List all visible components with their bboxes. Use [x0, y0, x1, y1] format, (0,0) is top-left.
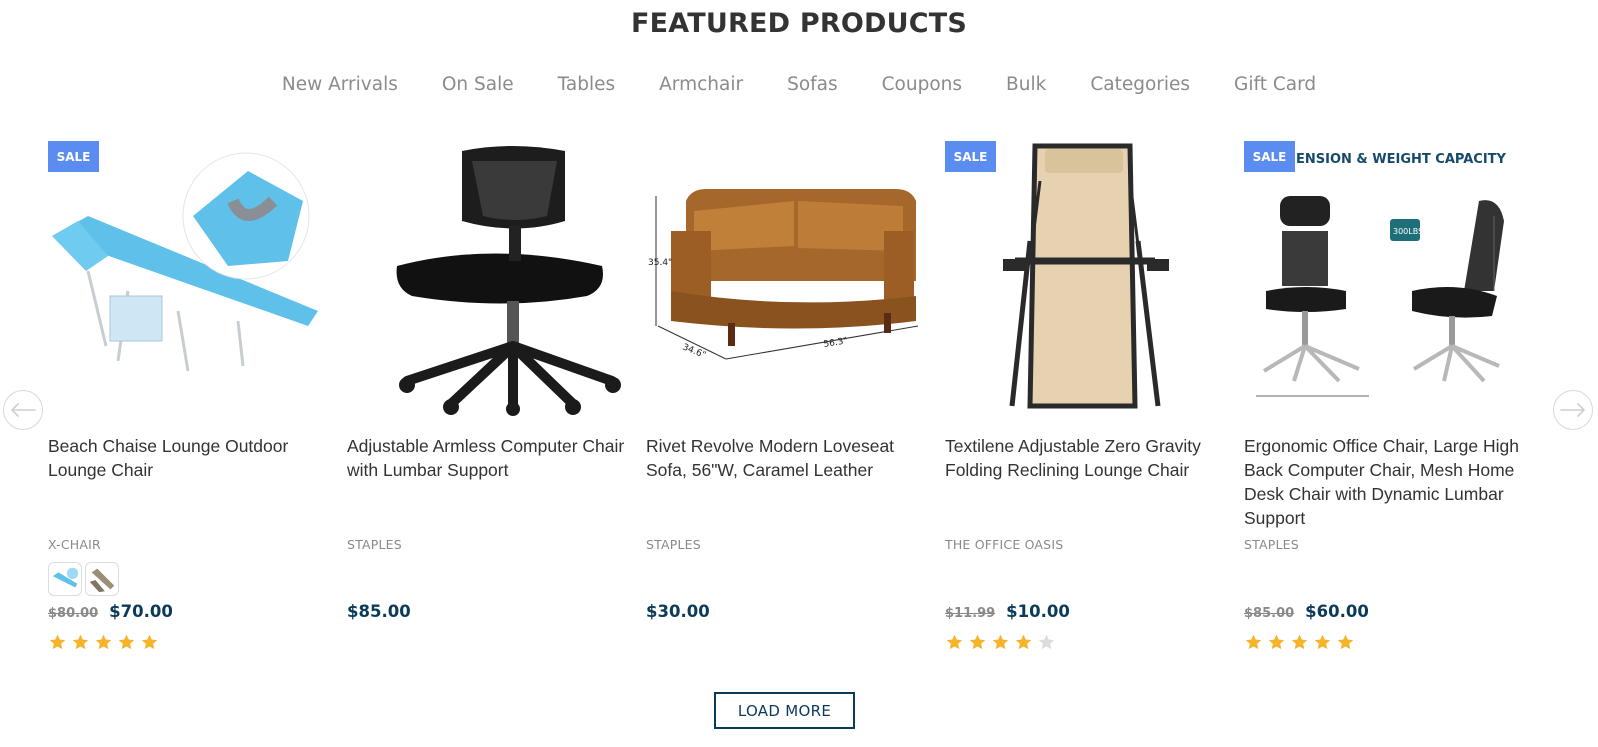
image-banner-text: ENSION & WEIGHT CAPACITY	[1296, 152, 1507, 167]
swatch-tan[interactable]	[85, 562, 119, 596]
tab-sofas[interactable]: Sofas	[765, 73, 860, 97]
tab-armchair[interactable]: Armchair	[637, 73, 765, 97]
product-name[interactable]: Rivet Revolve Modern Loveseat Sofa, 56"W…	[646, 434, 928, 482]
sale-badge: SALE	[48, 141, 99, 172]
compare-price: $80.00	[48, 606, 99, 621]
product-card[interactable]: SALE Beach Chaise Lounge Outdoor Lounge …	[48, 141, 330, 661]
compare-price: $11.99	[945, 606, 996, 621]
star-icon	[1015, 634, 1032, 650]
star-icon	[992, 634, 1009, 650]
variant-swatches	[48, 562, 119, 596]
dimension-depth-label: 34.6"	[681, 343, 707, 361]
star-icon	[1314, 634, 1331, 650]
tab-on-sale[interactable]: On Sale	[420, 73, 536, 97]
star-icon	[49, 634, 66, 650]
current-price: $85.00	[347, 602, 411, 621]
weight-capacity-tag: 300LBS	[1393, 227, 1423, 236]
compare-price: $85.00	[1244, 606, 1295, 621]
star-icon	[141, 634, 158, 650]
price-row: $80.00 $70.00	[48, 602, 173, 621]
swatch-light-blue[interactable]	[48, 562, 82, 596]
product-vendor: STAPLES	[347, 537, 402, 552]
tab-categories[interactable]: Categories	[1068, 73, 1212, 97]
product-vendor: STAPLES	[646, 537, 701, 552]
price-row: $85.00	[347, 602, 411, 621]
tab-bulk[interactable]: Bulk	[984, 73, 1068, 97]
star-rating	[1244, 633, 1355, 652]
star-icon	[969, 634, 986, 650]
star-icon	[1245, 634, 1262, 650]
load-more-button[interactable]: LOAD MORE	[714, 692, 855, 729]
star-icon	[72, 634, 89, 650]
carousel-next-button[interactable]	[1553, 390, 1593, 430]
section-title: FEATURED PRODUCTS	[630, 8, 968, 39]
product-image[interactable]	[347, 141, 629, 421]
category-tabs: New Arrivals On Sale Tables Armchair Sof…	[0, 73, 1598, 97]
product-vendor: THE OFFICE OASIS	[945, 537, 1064, 552]
product-vendor: STAPLES	[1244, 537, 1299, 552]
product-image[interactable]: ENSION & WEIGHT CAPACITY 300LBS	[1244, 141, 1526, 421]
product-card[interactable]: SALE Textilene Adjustable Zero Gravity F…	[945, 141, 1227, 661]
star-icon	[1291, 634, 1308, 650]
product-name[interactable]: Textilene Adjustable Zero Gravity Foldin…	[945, 434, 1227, 482]
product-name[interactable]: Beach Chaise Lounge Outdoor Lounge Chair	[48, 434, 330, 482]
product-name[interactable]: Ergonomic Office Chair, Large High Back …	[1244, 434, 1526, 530]
star-icon	[1337, 634, 1354, 650]
star-icon	[946, 634, 963, 650]
product-image[interactable]: 35.4" 34.6" 56.3"	[646, 141, 928, 421]
dimension-height-label: 35.4"	[648, 258, 672, 268]
current-price: $60.00	[1305, 602, 1369, 621]
current-price: $70.00	[109, 602, 173, 621]
price-row: $11.99 $10.00	[945, 602, 1070, 621]
product-card[interactable]: 35.4" 34.6" 56.3" Rivet Revolve Modern L…	[646, 141, 928, 661]
sale-badge: SALE	[1244, 141, 1295, 172]
product-card[interactable]: Adjustable Armless Computer Chair with L…	[347, 141, 629, 661]
sale-badge: SALE	[945, 141, 996, 172]
product-image[interactable]	[945, 141, 1227, 421]
product-image[interactable]	[48, 141, 330, 421]
tab-coupons[interactable]: Coupons	[860, 73, 984, 97]
tab-new-arrivals[interactable]: New Arrivals	[260, 73, 420, 97]
star-icon	[1268, 634, 1285, 650]
star-rating	[48, 633, 159, 652]
dimension-width-label: 56.3"	[823, 336, 848, 350]
star-icon	[1038, 634, 1055, 650]
current-price: $10.00	[1006, 602, 1070, 621]
tab-tables[interactable]: Tables	[536, 73, 637, 97]
star-rating	[945, 633, 1056, 652]
arrow-left-icon	[11, 403, 36, 417]
tab-gift-card[interactable]: Gift Card	[1212, 73, 1338, 97]
star-icon	[95, 634, 112, 650]
product-name[interactable]: Adjustable Armless Computer Chair with L…	[347, 434, 629, 482]
current-price: $30.00	[646, 602, 710, 621]
product-card[interactable]: SALE ENSION & WEIGHT CAPACITY 300LBS Erg…	[1244, 141, 1526, 661]
product-vendor: X-CHAIR	[48, 537, 101, 552]
product-carousel: SALE Beach Chaise Lounge Outdoor Lounge …	[48, 141, 1558, 661]
star-icon	[118, 634, 135, 650]
price-row: $30.00	[646, 602, 710, 621]
arrow-right-icon	[1560, 403, 1585, 417]
carousel-prev-button[interactable]	[3, 390, 43, 430]
price-row: $85.00 $60.00	[1244, 602, 1369, 621]
